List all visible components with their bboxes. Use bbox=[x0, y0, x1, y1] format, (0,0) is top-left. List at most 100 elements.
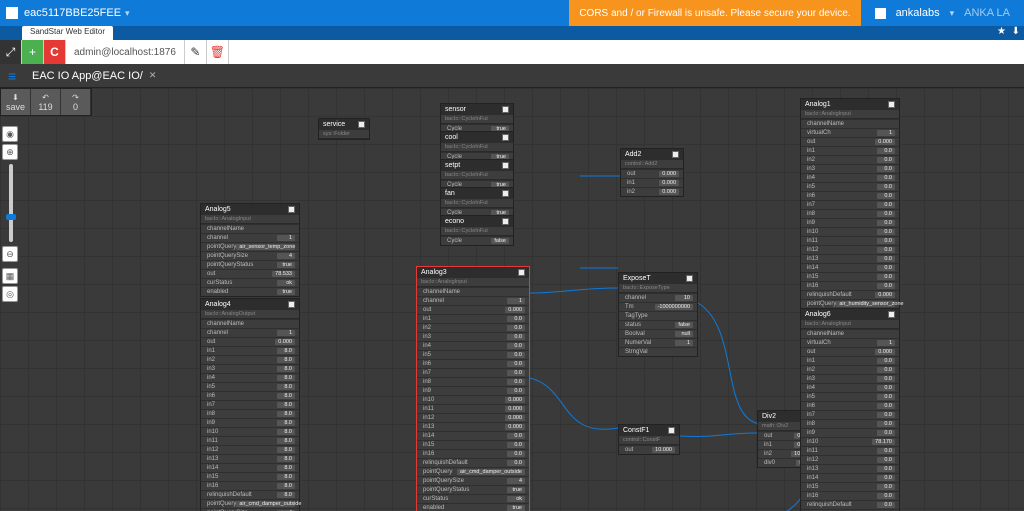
node-add2[interactable]: Add2 control::Add2 out0.000in10.000in20.… bbox=[620, 148, 684, 197]
node-row[interactable]: in50.0 bbox=[801, 392, 899, 401]
download-icon[interactable]: ⬇ bbox=[1012, 26, 1020, 37]
node-row[interactable]: in88.0 bbox=[201, 409, 299, 418]
node-toggle-icon[interactable] bbox=[888, 311, 895, 318]
node-row[interactable]: pointQueryair_cmd_damper_outside bbox=[201, 499, 299, 508]
node-row[interactable]: relinquishDefault0.0 bbox=[417, 458, 529, 467]
node-row[interactable]: in20.0 bbox=[417, 323, 529, 332]
node-row[interactable]: in120.0 bbox=[801, 245, 899, 254]
delete-button[interactable]: 🗑 bbox=[207, 40, 229, 64]
zoom-out-icon[interactable]: ⊖ bbox=[2, 246, 18, 262]
node-row[interactable]: in80.0 bbox=[417, 377, 529, 386]
node-row[interactable]: in20.0 bbox=[801, 155, 899, 164]
node-row[interactable]: in80.0 bbox=[801, 209, 899, 218]
node-row[interactable]: channel1 bbox=[201, 328, 299, 337]
node-row[interactable]: in130.000 bbox=[417, 422, 529, 431]
node-row[interactable]: out0.000 bbox=[801, 137, 899, 146]
node-analog3[interactable]: Analog3 bacIo::AnalogInput channelNamech… bbox=[416, 266, 530, 511]
star-icon[interactable]: ★ bbox=[997, 26, 1006, 37]
node-row[interactable]: in48.0 bbox=[201, 373, 299, 382]
redo-button[interactable]: ↷0 bbox=[61, 89, 91, 115]
node-toggle-icon[interactable] bbox=[288, 301, 295, 308]
node-row[interactable]: in60.0 bbox=[801, 191, 899, 200]
node-toggle-icon[interactable] bbox=[502, 134, 509, 141]
node-row[interactable]: in30.0 bbox=[801, 374, 899, 383]
node-row[interactable]: channelName bbox=[201, 319, 299, 328]
node-toggle-icon[interactable] bbox=[686, 275, 693, 282]
zoom-in-icon[interactable]: ⊕ bbox=[2, 144, 18, 160]
node-row[interactable]: in90.0 bbox=[417, 386, 529, 395]
node-row[interactable]: pointQueryair_sensor_temp_zone bbox=[201, 242, 299, 251]
node-row[interactable]: in28.0 bbox=[201, 355, 299, 364]
node-row[interactable]: NumerVal1 bbox=[619, 338, 697, 347]
node-row[interactable]: in30.0 bbox=[801, 164, 899, 173]
node-row[interactable]: in70.0 bbox=[417, 368, 529, 377]
node-row[interactable]: in90.0 bbox=[801, 428, 899, 437]
node-row[interactable]: in130.0 bbox=[801, 464, 899, 473]
node-row[interactable]: in20.000 bbox=[621, 187, 683, 196]
node-row[interactable]: in100.0 bbox=[801, 227, 899, 236]
node-row[interactable]: in150.0 bbox=[801, 272, 899, 281]
node-row[interactable]: channelName bbox=[801, 119, 899, 128]
node-row[interactable]: in158.0 bbox=[201, 472, 299, 481]
node-sensor[interactable]: sensor bacIo::CycleInFut Cycletrue bbox=[440, 103, 514, 134]
menu-icon[interactable] bbox=[6, 7, 18, 19]
node-row[interactable]: in58.0 bbox=[201, 382, 299, 391]
zoom-slider[interactable] bbox=[9, 164, 13, 242]
node-row[interactable]: in40.0 bbox=[801, 383, 899, 392]
node-row[interactable]: enabledtrue bbox=[201, 287, 299, 296]
eye-icon[interactable]: ◉ bbox=[2, 126, 18, 142]
node-toggle-icon[interactable] bbox=[502, 106, 509, 113]
path-text[interactable]: EAC IO App@EAC IO/ bbox=[32, 70, 143, 82]
node-row[interactable]: curStatusok bbox=[417, 494, 529, 503]
node-row[interactable]: in140.0 bbox=[801, 473, 899, 482]
node-row[interactable]: curStatusok bbox=[201, 278, 299, 287]
node-fan[interactable]: fan bacIo::CycleInFut Cycletrue bbox=[440, 187, 514, 218]
copy-icon[interactable] bbox=[875, 8, 886, 19]
node-row[interactable]: Tm-1000000000 bbox=[619, 302, 697, 311]
node-econo[interactable]: econo bacIo::CycleInFut Cyclefalse bbox=[440, 215, 514, 246]
node-row[interactable]: virtualCh1 bbox=[801, 338, 899, 347]
node-row[interactable]: in10.0 bbox=[801, 146, 899, 155]
node-row[interactable]: statusfalse bbox=[619, 320, 697, 329]
node-row[interactable]: in140.0 bbox=[801, 263, 899, 272]
node-row[interactable]: channel1 bbox=[201, 233, 299, 242]
node-row[interactable]: in78.0 bbox=[201, 400, 299, 409]
node-row[interactable]: in120.0 bbox=[801, 455, 899, 464]
node-row[interactable]: pointQuerySize4 bbox=[201, 251, 299, 260]
node-row[interactable]: out0.000 bbox=[201, 337, 299, 346]
node-row[interactable]: StrngVal bbox=[619, 347, 697, 356]
node-row[interactable]: in110.0 bbox=[801, 446, 899, 455]
node-row[interactable]: out0.000 bbox=[621, 169, 683, 178]
node-toggle-icon[interactable] bbox=[888, 101, 895, 108]
grid-icon[interactable]: ▦ bbox=[2, 268, 18, 284]
reload-button[interactable]: C bbox=[44, 40, 66, 64]
target-icon[interactable]: ◎ bbox=[2, 286, 18, 302]
node-row[interactable]: in120.000 bbox=[417, 413, 529, 422]
expand-button[interactable]: ⤢ bbox=[0, 40, 22, 64]
node-row[interactable]: channel10 bbox=[619, 293, 697, 302]
address-field[interactable]: admin@localhost:1876 bbox=[66, 40, 185, 64]
node-analog4[interactable]: Analog4 bacIo::AnalogOutput channelNamec… bbox=[200, 298, 300, 511]
node-cool[interactable]: cool bacIo::CycleInFut Cycletrue bbox=[440, 131, 514, 162]
node-row[interactable]: in138.0 bbox=[201, 454, 299, 463]
node-row[interactable]: in148.0 bbox=[201, 463, 299, 472]
node-row[interactable]: in140.0 bbox=[417, 431, 529, 440]
node-toggle-icon[interactable] bbox=[502, 218, 509, 225]
chevron-down-icon[interactable]: ▾ bbox=[950, 8, 955, 19]
node-row[interactable]: in130.0 bbox=[801, 254, 899, 263]
node-row[interactable]: in160.0 bbox=[801, 281, 899, 290]
node-row[interactable]: relinquishDefault8.0 bbox=[201, 490, 299, 499]
node-row[interactable]: pointQueryStatustrue bbox=[417, 485, 529, 494]
close-icon[interactable]: ✕ bbox=[149, 70, 157, 81]
undo-button[interactable]: ↶119 bbox=[31, 89, 61, 115]
node-row[interactable]: channelName bbox=[801, 329, 899, 338]
save-button[interactable]: ⬇save bbox=[1, 89, 31, 115]
node-row[interactable]: channelName bbox=[201, 224, 299, 233]
node-row[interactable]: Cyclefalse bbox=[441, 236, 513, 245]
user-label[interactable]: ankalabs bbox=[896, 7, 940, 19]
node-row[interactable]: in50.0 bbox=[417, 350, 529, 359]
node-toggle-icon[interactable] bbox=[518, 269, 525, 276]
node-row[interactable]: in160.0 bbox=[801, 491, 899, 500]
node-constf1[interactable]: ConstF1 control::ConstF out10.000 bbox=[618, 424, 680, 455]
node-row[interactable]: in38.0 bbox=[201, 364, 299, 373]
